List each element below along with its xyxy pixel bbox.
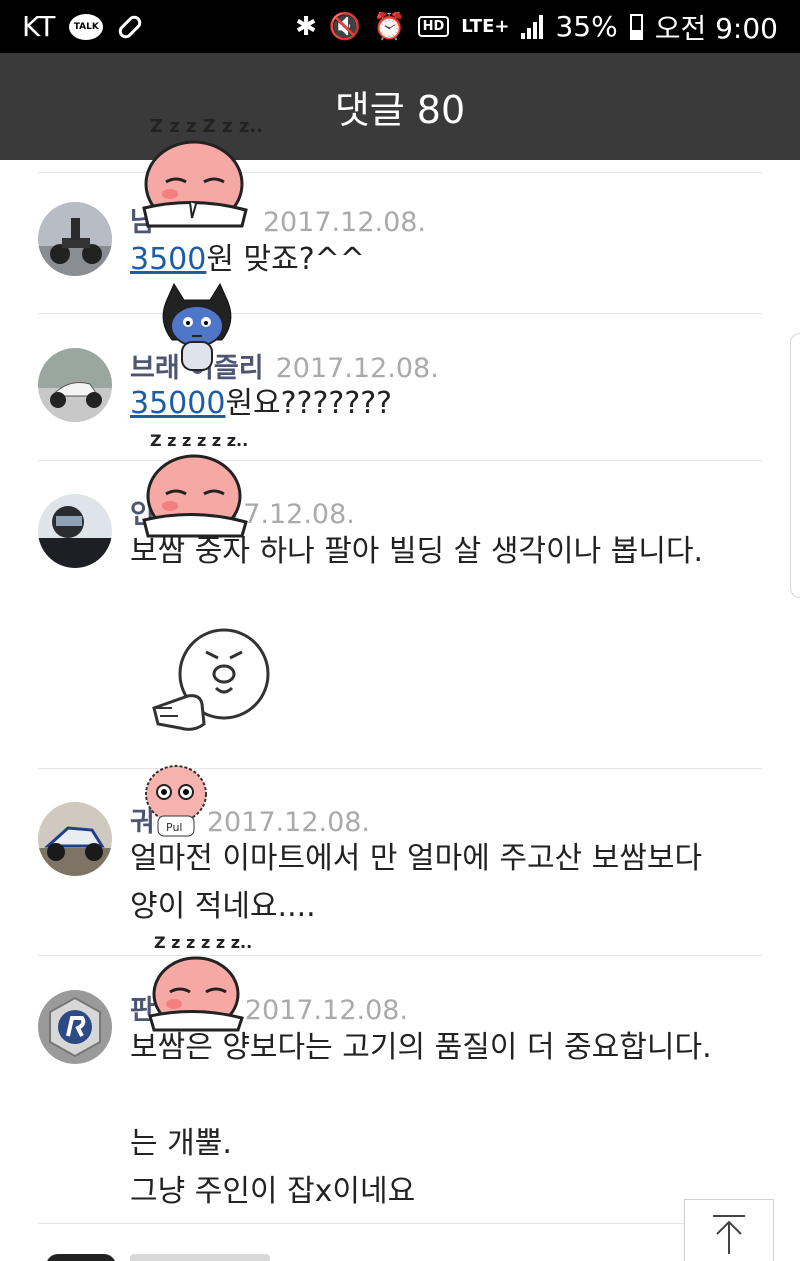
avatar[interactable] — [38, 990, 112, 1064]
bluetooth-icon: ✱ — [295, 11, 317, 42]
page-title: 댓글 80 — [334, 88, 466, 132]
clock: 오전 9:00 — [654, 11, 778, 45]
pul-text: Pul — [166, 821, 182, 834]
number-link[interactable]: 3500 — [130, 242, 206, 277]
avatar[interactable] — [38, 348, 112, 422]
comment-text: 3500원 맞죠?^^ — [130, 236, 365, 284]
comment-text: 35000원요??????? — [130, 380, 392, 428]
signal-icon — [521, 14, 544, 39]
pill-icon — [116, 12, 145, 41]
blue-cat-sticker — [162, 282, 232, 371]
sleeping-peach-sticker: Z z z Z z z.. — [142, 116, 263, 228]
comment-text: 얼마전 이마트에서 만 얼마에 주고산 보쌈보다 양이 적네요.... — [130, 841, 703, 924]
sleeping-peach-sticker: Z z z z z z.. — [142, 431, 248, 538]
author-partial — [130, 1254, 270, 1261]
divider — [38, 1223, 762, 1224]
motorcycle-photo — [38, 202, 112, 276]
sleep-text: Z z z z z z.. — [154, 933, 252, 952]
rider-photo — [38, 494, 112, 568]
scooter-photo — [38, 348, 112, 422]
kakaotalk-icon: TALK — [69, 13, 104, 40]
hd-icon: HD — [417, 16, 450, 37]
sleeping-peach-sticker: Z z z z z z.. — [148, 933, 252, 1032]
arrow-up-icon — [713, 1215, 745, 1254]
battery-icon — [629, 13, 643, 40]
sleep-text: Z z z Z z z.. — [150, 116, 263, 137]
edge-panel-handle[interactable] — [790, 333, 800, 598]
avatar[interactable] — [38, 494, 112, 568]
avatar-partial — [46, 1254, 116, 1261]
pointing-blob-sticker — [152, 628, 270, 731]
comment-text-rest: 원 맞죠?^^ — [206, 242, 365, 277]
avatar[interactable] — [38, 802, 112, 876]
number-link[interactable]: 35000 — [130, 386, 225, 421]
mute-icon: 🔇 — [328, 11, 362, 42]
scroll-top-button[interactable] — [684, 1199, 774, 1261]
comment-text: 보쌈은 양보다는 고기의 품질이 더 중요합니다. 는 개뿔. 그냥 주인이 잡… — [130, 1030, 712, 1209]
comments-header: 댓글 80 — [0, 53, 800, 160]
emblem-photo — [38, 990, 112, 1064]
carrier-label: KT — [22, 10, 56, 43]
avatar[interactable] — [38, 202, 112, 276]
battery-percent: 35% — [555, 10, 618, 43]
alarm-icon: ⏰ — [373, 11, 406, 42]
sportbike-photo — [38, 802, 112, 876]
divider — [38, 313, 762, 314]
status-bar: KT TALK ✱ 🔇 ⏰ HD LTE+ 35% 오전 9:00 — [0, 0, 800, 53]
shocked-peach-sticker: Pul — [145, 765, 207, 837]
talk-label: TALK — [73, 21, 99, 32]
comment-date: 2017.12.08. — [206, 807, 371, 838]
comment-date: 2017.12.08. — [262, 207, 427, 238]
sleep-text: Z z z z z z.. — [150, 431, 248, 450]
lte-icon: LTE+ — [461, 16, 510, 37]
comment-text-rest: 원요??????? — [225, 386, 393, 421]
